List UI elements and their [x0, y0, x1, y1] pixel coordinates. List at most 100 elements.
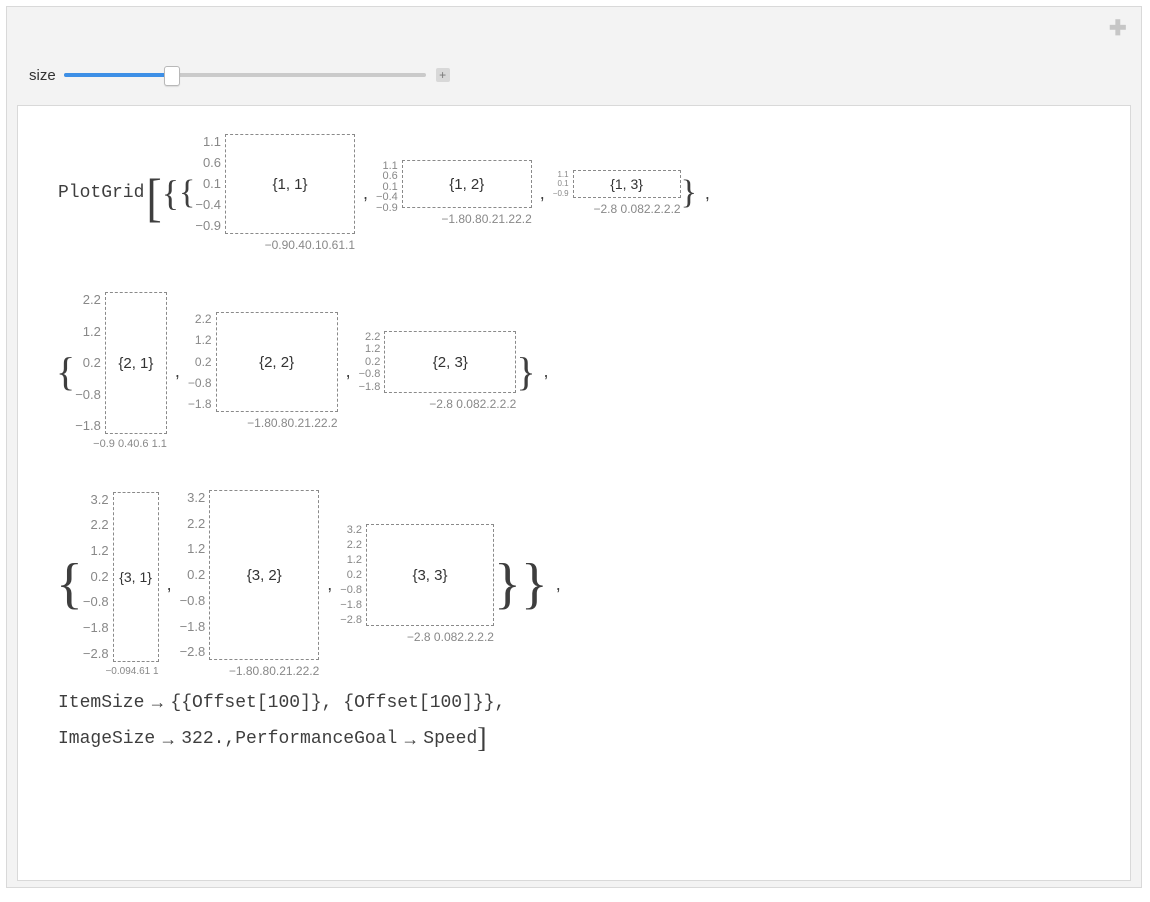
xticks: −0.9 0.40.6 1.1	[93, 438, 167, 450]
plot-label: {3, 2}	[247, 567, 282, 584]
ytick: −0.8	[188, 377, 212, 390]
plus-icon[interactable]: ✚	[1109, 21, 1125, 37]
opt-name: ItemSize	[58, 693, 144, 713]
ytick: −2.8	[83, 647, 109, 661]
size-slider[interactable]	[64, 73, 426, 77]
ytick: −0.9	[376, 203, 398, 213]
output-panel: PlotGrid [ { { 1.1 0.6 0.1 −0.4 −0.9 {1,…	[17, 105, 1131, 881]
ytick: 0.2	[340, 570, 362, 580]
ytick: 0.2	[188, 356, 212, 369]
slider-row: size +	[7, 7, 1141, 99]
ytick: −0.8	[359, 369, 381, 379]
fn-name: PlotGrid	[58, 183, 144, 203]
open-brace-outer-icon: {	[162, 172, 179, 214]
xticks: −1.80.80.21.22.2	[441, 212, 531, 226]
opt-value-literal: ]}, {	[300, 693, 354, 713]
ytick: −1.8	[340, 600, 362, 610]
opt-value: 322.	[181, 729, 224, 749]
plot-label: {1, 1}	[273, 176, 308, 193]
close-brace-row2-icon: }	[516, 348, 535, 395]
option-imagesize: ImageSize → 322., PerformanceGoal → Spee…	[58, 723, 1106, 755]
comma: ,	[556, 574, 561, 595]
ytick: −0.8	[75, 388, 101, 402]
ytick: −0.8	[340, 585, 362, 595]
slider-thumb[interactable]	[164, 66, 180, 86]
plot-label: {2, 1}	[118, 355, 153, 372]
comma: ,	[346, 361, 351, 382]
ytick: 1.1	[195, 135, 221, 149]
slider-fill	[64, 73, 173, 77]
opt-name: PerformanceGoal	[235, 729, 397, 749]
ytick: −1.8	[359, 382, 381, 392]
xticks: −2.8 0.082.2.2.2	[429, 397, 516, 411]
xticks: −0.90.40.10.61.1	[265, 238, 355, 252]
ytick: −1.8	[188, 398, 212, 411]
plot-2-1: 2.2 1.2 0.2 −0.8 −1.8 {2, 1} −0.9 0.40.6…	[75, 292, 167, 450]
xticks: −0.094.61 1	[105, 666, 158, 677]
xticks: −1.80.80.21.22.2	[247, 416, 337, 430]
slider-expand-icon[interactable]: +	[436, 68, 450, 82]
open-bracket-icon: [	[146, 167, 161, 228]
ytick: 0.2	[359, 357, 381, 367]
close-brace-row1-icon: }	[681, 174, 697, 212]
ytick: 1.2	[83, 544, 109, 558]
option-itemsize: ItemSize → {{Offset[100]}, {Offset[100]}…	[58, 692, 1106, 713]
opt-value-literal: ]}},	[462, 693, 505, 713]
comma: ,	[327, 574, 332, 595]
manipulate-panel: ✚ size + PlotGrid [ { { 1.1 0.6 0.1	[6, 6, 1142, 888]
plot-2-2: 2.2 1.2 0.2 −0.8 −1.8 {2, 2} −1.80.80.21…	[188, 312, 338, 430]
ytick: −0.8	[180, 594, 206, 608]
plot-3-1: 3.2 2.2 1.2 0.2 −0.8 −1.8 −2.8 {3, 1} −0…	[83, 492, 159, 677]
ytick: 2.2	[75, 293, 101, 307]
xticks: −2.8 0.082.2.2.2	[407, 630, 494, 644]
ytick: 0.1	[553, 180, 569, 187]
opt-name: ImageSize	[58, 729, 155, 749]
plot-label: {3, 3}	[412, 567, 447, 584]
opt-offset-val: 100	[268, 693, 300, 713]
close-brace-row3-icon: }	[494, 552, 521, 616]
plot-label: {1, 2}	[449, 176, 484, 193]
plot-3-3: 3.2 2.2 1.2 0.2 −0.8 −1.8 −2.8 {3, 3} −2…	[340, 524, 494, 644]
ytick: 2.2	[180, 517, 206, 531]
opt-value: Speed	[423, 729, 477, 749]
ytick: 3.2	[180, 491, 206, 505]
arrow-icon: →	[148, 692, 166, 713]
ytick: 1.1	[553, 171, 569, 178]
open-brace-row3-icon: {	[56, 552, 83, 616]
plot-1-2: 1.1 0.6 0.1 −0.4 −0.9 {1, 2} −1.80.80.21…	[376, 160, 532, 226]
plot-label: {1, 3}	[610, 176, 643, 192]
xticks: −1.80.80.21.22.2	[229, 664, 319, 678]
expr-row-3: { 3.2 2.2 1.2 0.2 −0.8 −1.8 −2.8 {3, 1}	[58, 490, 1106, 678]
plot-1-3: 1.1 0.1 −0.9 {1, 3} −2.8 0.082.2.2.2	[553, 170, 681, 216]
ytick: 0.2	[180, 568, 206, 582]
ytick: 1.2	[188, 334, 212, 347]
ytick: −0.9	[553, 190, 569, 197]
ytick: −1.8	[180, 620, 206, 634]
comma: ,	[705, 183, 710, 204]
ytick: 3.2	[340, 525, 362, 535]
ytick: 3.2	[83, 493, 109, 507]
comma: ,	[175, 361, 180, 382]
opt-offset-fn: Offset	[354, 693, 419, 713]
ytick: −2.8	[180, 645, 206, 659]
ytick: 1.2	[180, 542, 206, 556]
ytick: −1.8	[83, 621, 109, 635]
ytick: 2.2	[359, 332, 381, 342]
ytick: 2.2	[83, 518, 109, 532]
opt-offset-fn: Offset	[192, 693, 257, 713]
ytick: −2.8	[340, 615, 362, 625]
comma: ,	[544, 361, 549, 382]
plot-2-3: 2.2 1.2 0.2 −0.8 −1.8 {2, 3} −2.8 0.082.…	[359, 331, 517, 411]
ytick: 2.2	[340, 540, 362, 550]
ytick: −0.4	[195, 198, 221, 212]
plot-label: {2, 2}	[259, 354, 294, 371]
plot-1-1: 1.1 0.6 0.1 −0.4 −0.9 {1, 1} −0.90.40.10…	[195, 134, 355, 252]
expr-row-2: { 2.2 1.2 0.2 −0.8 −1.8 {2, 1} −0.9 0.40…	[58, 292, 1106, 450]
close-bracket-icon: ]	[477, 723, 486, 755]
ytick: 1.2	[359, 344, 381, 354]
opt-offset-val: 100	[430, 693, 462, 713]
options-block: ItemSize → {{Offset[100]}, {Offset[100]}…	[58, 692, 1106, 755]
plot-label: {2, 3}	[433, 354, 468, 371]
ytick: −0.9	[195, 219, 221, 233]
plot-3-2: 3.2 2.2 1.2 0.2 −0.8 −1.8 −2.8 {3, 2} −1…	[180, 490, 320, 678]
